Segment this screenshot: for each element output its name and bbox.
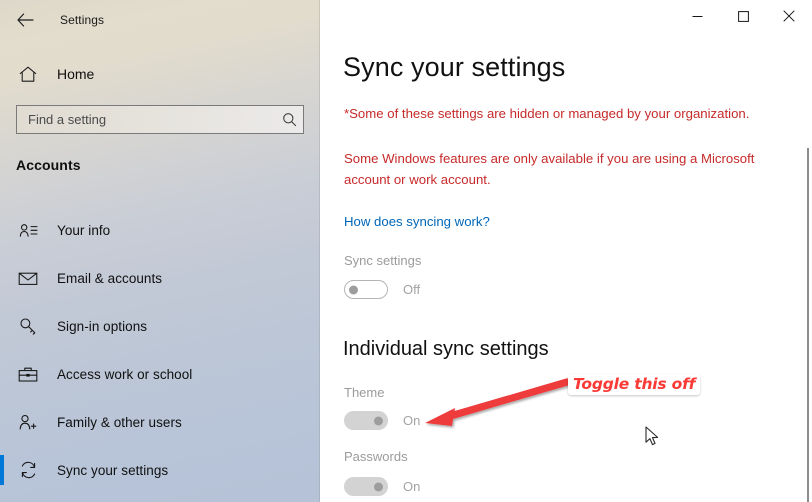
minimize-button[interactable] <box>674 0 720 32</box>
theme-label: Theme <box>344 385 385 400</box>
sidebar-item-home-label: Home <box>57 66 95 82</box>
sidebar-nav: Your info Email & accounts Sign-in optio… <box>0 206 320 494</box>
close-button[interactable] <box>766 0 812 32</box>
theme-toggle-state: On <box>403 413 421 428</box>
main-content: Sync your settings *Some of these settin… <box>321 0 812 502</box>
passwords-toggle[interactable] <box>344 477 388 496</box>
arrow-cursor <box>645 426 659 446</box>
sidebar-item-your-info[interactable]: Your info <box>0 206 320 254</box>
key-icon <box>8 317 48 335</box>
close-icon <box>783 10 795 22</box>
sidebar-category-title: Accounts <box>16 157 81 173</box>
toggle-knob <box>349 285 358 294</box>
theme-toggle[interactable] <box>344 411 388 430</box>
maximize-button[interactable] <box>720 0 766 32</box>
search-box[interactable] <box>16 105 304 134</box>
sync-refresh-icon <box>8 461 48 479</box>
theme-toggle-row[interactable]: On <box>344 411 420 430</box>
app-title: Settings <box>60 13 105 27</box>
passwords-toggle-row[interactable]: On <box>344 477 420 496</box>
individual-sync-settings-heading: Individual sync settings <box>343 338 549 360</box>
sync-settings-toggle-state: Off <box>403 282 421 297</box>
sidebar-item-email-accounts[interactable]: Email & accounts <box>0 254 320 302</box>
back-arrow-icon <box>16 13 34 27</box>
scrollbar[interactable] <box>798 40 812 502</box>
envelope-icon <box>8 271 48 286</box>
search-icon[interactable] <box>275 112 303 127</box>
sidebar-item-family-other-users[interactable]: Family & other users <box>0 398 320 446</box>
back-button[interactable] <box>4 5 46 35</box>
how-does-syncing-work-link[interactable]: How does syncing work? <box>344 214 490 229</box>
sidebar-item-signin-options[interactable]: Sign-in options <box>0 302 320 350</box>
minimize-icon <box>692 15 702 17</box>
page-title: Sync your settings <box>343 52 566 82</box>
window-controls <box>674 0 812 40</box>
toggle-knob <box>374 482 383 491</box>
settings-window: Settings Home Accounts <box>0 0 812 502</box>
passwords-toggle-state: On <box>403 479 421 494</box>
warning-message-microsoft-account: Some Windows features are only available… <box>344 151 755 187</box>
sync-settings-label: Sync settings <box>344 253 422 268</box>
warning-message-managed: *Some of these settings are hidden or ma… <box>344 106 750 121</box>
sidebar-item-sync-your-settings-label: Sync your settings <box>57 462 169 478</box>
user-card-icon <box>8 223 48 238</box>
briefcase-icon <box>8 366 48 383</box>
maximize-icon <box>737 10 749 22</box>
sidebar-item-family-other-users-label: Family & other users <box>57 414 182 430</box>
toggle-knob <box>374 416 383 425</box>
passwords-label: Passwords <box>344 449 408 464</box>
sidebar-item-access-work-school-label: Access work or school <box>57 366 193 382</box>
sidebar: Settings Home Accounts <box>0 0 320 502</box>
scrollbar-thumb[interactable] <box>807 148 809 502</box>
home-icon <box>8 66 48 83</box>
search-input[interactable] <box>17 112 275 127</box>
sidebar-item-sync-your-settings[interactable]: Sync your settings <box>0 446 320 494</box>
sync-settings-toggle[interactable] <box>344 280 388 299</box>
sidebar-item-email-accounts-label: Email & accounts <box>57 270 163 286</box>
sidebar-item-signin-options-label: Sign-in options <box>57 318 148 334</box>
sync-settings-toggle-row[interactable]: Off <box>344 280 420 299</box>
sidebar-item-home[interactable]: Home <box>0 58 300 90</box>
user-plus-icon <box>8 414 48 431</box>
window-titlebar-left: Settings <box>0 0 320 40</box>
sidebar-item-your-info-label: Your info <box>57 222 111 238</box>
sidebar-item-access-work-school[interactable]: Access work or school <box>0 350 320 398</box>
